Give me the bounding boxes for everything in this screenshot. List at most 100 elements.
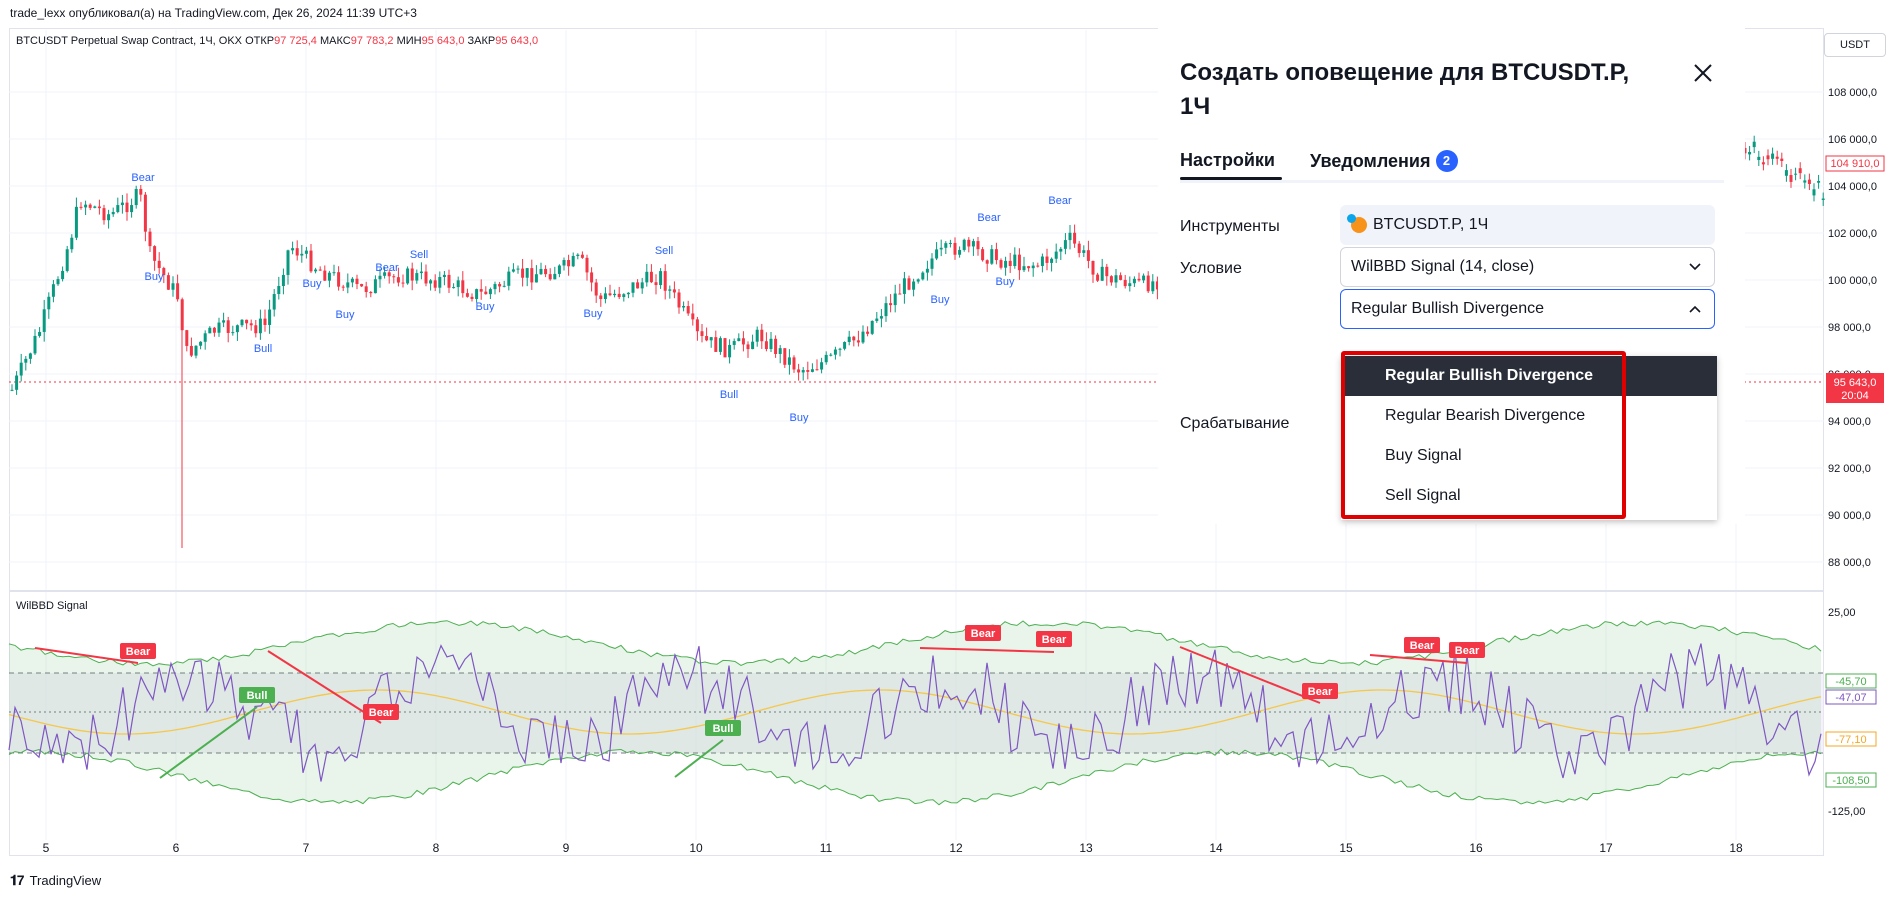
price-axis-label: 98 000,0	[1828, 322, 1871, 334]
chart-signal-label: Buy	[145, 271, 164, 283]
time-axis-label: 15	[1339, 841, 1353, 855]
time-axis-label: 14	[1209, 841, 1223, 855]
active-tab-indicator	[1180, 177, 1282, 180]
currency-button[interactable]: USDT	[1824, 33, 1886, 57]
chart-signal-label: Bear	[375, 262, 399, 274]
svg-text:20:04: 20:04	[1841, 390, 1869, 402]
low-label: МИН	[396, 35, 422, 47]
time-axis-label: 18	[1729, 841, 1743, 855]
dialog-title: Создать оповещение для BTCUSDT.P, 1Ч	[1180, 59, 1630, 120]
condition-value: WilBBD Signal (14, close)	[1351, 258, 1535, 275]
price-axis-label: 108 000,0	[1828, 87, 1877, 99]
price-axis-label: 88 000,0	[1828, 557, 1871, 569]
signal-dropdown-menu: Regular Bullish Divergence Regular Beari…	[1341, 356, 1717, 520]
instrument-field[interactable]: BTCUSDT.P, 1Ч	[1340, 205, 1715, 245]
option-sell-signal[interactable]: Sell Signal	[1341, 476, 1717, 516]
chart-signal-label: Buy	[931, 294, 950, 306]
time-axis: 5 6 7 8 9 10 11 12 13 14 15 16 17 18	[43, 841, 1743, 855]
symbol-name: BTCUSDT Perpetual Swap Contract, 1Ч, OKX	[16, 35, 242, 47]
time-axis-label: 7	[303, 841, 310, 855]
divergence-badge-text: Bear	[369, 707, 394, 719]
close-label: ЗАКР	[467, 35, 496, 47]
indicator-value-tag-text: -47,07	[1835, 692, 1866, 704]
divergence-badge-text: Bear	[126, 646, 151, 658]
close-icon	[1694, 64, 1712, 82]
chart-signal-label: Sell	[655, 245, 673, 257]
time-axis-label: 12	[949, 841, 963, 855]
tab-notifications-label: Уведомления	[1310, 151, 1431, 171]
condition-select[interactable]: WilBBD Signal (14, close)	[1340, 247, 1715, 287]
svg-text:104 910,0: 104 910,0	[1831, 158, 1880, 170]
time-axis-label: 5	[43, 841, 50, 855]
create-alert-dialog: Создать оповещение для BTCUSDT.P, 1Ч Нас…	[1158, 28, 1745, 524]
divergence-badge-text: Bull	[713, 723, 734, 735]
open-value: 97 725,4	[274, 35, 317, 47]
price-axis-label: 94 000,0	[1828, 416, 1871, 428]
divergence-badge-text: Bear	[1455, 645, 1480, 657]
instruments-label: Инструменты	[1180, 218, 1280, 235]
symbol-legend: BTCUSDT Perpetual Swap Contract, 1Ч, OKX…	[16, 35, 538, 47]
chart-signal-label: Buy	[996, 276, 1015, 288]
chevron-up-icon	[1689, 305, 1701, 313]
option-regular-bearish-divergence[interactable]: Regular Bearish Divergence	[1341, 396, 1717, 436]
price-axis-label: 106 000,0	[1828, 134, 1877, 146]
chart-signal-label: Bull	[720, 389, 738, 401]
instrument-value: BTCUSDT.P, 1Ч	[1373, 216, 1489, 233]
option-regular-bullish-divergence[interactable]: Regular Bullish Divergence	[1341, 356, 1717, 396]
chart-signal-label: Buy	[303, 278, 322, 290]
open-label: ОТКР	[245, 35, 275, 47]
chart-signal-label: Bull	[254, 343, 272, 355]
bitcoin-icon	[1347, 214, 1367, 233]
notifications-count-badge: 2	[1435, 150, 1458, 172]
tradingview-logo-icon: 𝟏7	[10, 872, 25, 888]
dialog-tabs: Настройки Уведомления 2	[1180, 150, 1724, 183]
indicator-value-tag-text: -77,10	[1835, 734, 1866, 746]
tradingview-brand: TradingView	[29, 873, 102, 888]
close-button[interactable]	[1688, 58, 1718, 88]
chart-signal-label: Buy	[476, 301, 495, 313]
tradingview-logo: 𝟏7 TradingView	[10, 872, 101, 889]
time-axis-label: 6	[173, 841, 180, 855]
time-axis-label: 11	[820, 841, 833, 855]
chart-signal-label: Bear	[131, 172, 155, 184]
chart-signal-label: Bear	[1048, 195, 1072, 207]
divergence-badge-text: Bear	[1410, 640, 1435, 652]
time-axis-label: 8	[433, 841, 440, 855]
price-axis-label: 102 000,0	[1828, 228, 1877, 240]
chevron-down-icon	[1689, 263, 1701, 271]
price-axis-label: 100 000,0	[1828, 275, 1877, 287]
tab-notifications[interactable]: Уведомления 2	[1310, 150, 1458, 172]
indicator-title: WilBBD Signal	[16, 600, 88, 612]
time-axis-label: 10	[689, 841, 703, 855]
signal-value: Regular Bullish Divergence	[1351, 300, 1544, 317]
price-axis-label: 92 000,0	[1828, 463, 1871, 475]
tab-settings-label: Настройки	[1180, 150, 1275, 170]
indicator-axis-label: 25,00	[1828, 607, 1856, 619]
tab-settings[interactable]: Настройки	[1180, 150, 1275, 171]
signal-select[interactable]: Regular Bullish Divergence	[1340, 289, 1715, 329]
condition-label: Условие	[1180, 260, 1242, 277]
indicator-value-tag-text: -108,50	[1832, 775, 1869, 787]
chart-signal-label: Bear	[977, 212, 1001, 224]
high-value: 97 783,2	[350, 35, 394, 47]
indicator-axis-label: -125,00	[1828, 806, 1865, 818]
chart-signal-label: Sell	[410, 249, 428, 261]
indicator-value-tag-text: -45,70	[1835, 676, 1866, 688]
close-value: 95 643,0	[495, 35, 539, 47]
chart-signal-label: Buy	[584, 308, 603, 320]
high-label: МАКС	[319, 35, 351, 47]
low-value: 95 643,0	[421, 35, 465, 47]
divergence-badge-text: Bear	[971, 628, 996, 640]
divergence-badge-text: Bear	[1042, 634, 1067, 646]
time-axis-label: 16	[1469, 841, 1483, 855]
chart-signal-label: Buy	[336, 309, 355, 321]
trigger-label: Срабатывание	[1180, 415, 1290, 432]
time-axis-label: 13	[1079, 841, 1093, 855]
price-axis-label: 104 000,0	[1828, 181, 1877, 193]
divergence-badge-text: Bull	[247, 690, 268, 702]
time-axis-label: 9	[563, 841, 570, 855]
chart-signal-label: Buy	[790, 412, 809, 424]
option-buy-signal[interactable]: Buy Signal	[1341, 436, 1717, 476]
price-axis-label: 90 000,0	[1828, 510, 1871, 522]
time-axis-label: 17	[1599, 841, 1613, 855]
